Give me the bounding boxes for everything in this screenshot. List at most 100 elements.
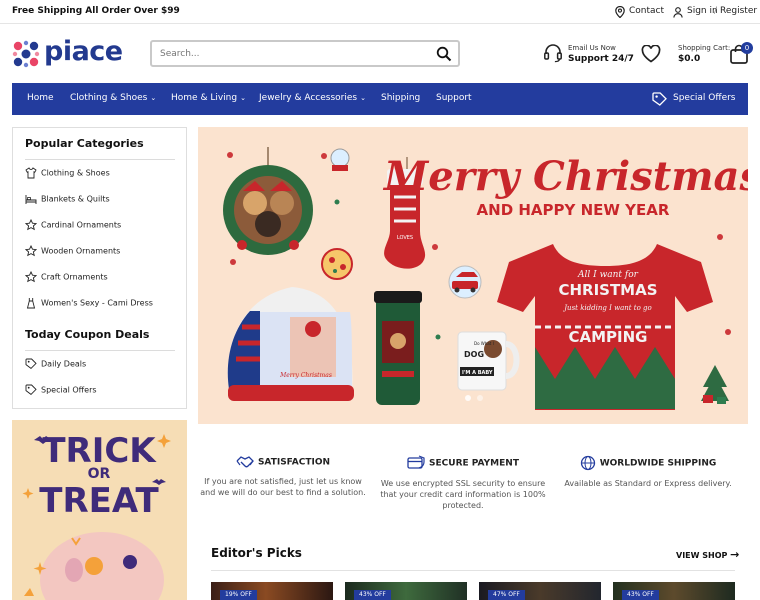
popular-categories-title: Popular Categories xyxy=(25,137,144,150)
auth-separator: / xyxy=(714,6,718,16)
nav-jewelry-accessories[interactable]: Jewelry & Accessories ⌄ xyxy=(259,93,366,103)
star-icon xyxy=(24,270,38,283)
mug-image: Do What I DOG I'M A BABY xyxy=(457,331,520,391)
nav-support[interactable]: Support xyxy=(436,93,472,103)
editors-picks-title: Editor's Picks xyxy=(211,546,302,560)
christmas-tree-icon xyxy=(701,365,729,404)
discount-badge: 43% OFF xyxy=(354,590,391,600)
heart-icon[interactable] xyxy=(641,45,661,63)
hero-subtitle: AND HAPPY NEW YEAR xyxy=(477,201,670,219)
pizza-ornament-icon xyxy=(321,248,353,280)
snow-globe-icon xyxy=(330,148,350,171)
mug-text-3: I'M A BABY xyxy=(462,370,493,376)
top-bar: Free Shipping All Order Over $99 Contact… xyxy=(0,0,760,24)
promo-line-3: TREAT xyxy=(39,481,159,521)
christmas-hat-image: Merry Christmas xyxy=(227,287,354,401)
category-clothing-shoes[interactable]: Clothing & Shoes xyxy=(25,167,110,181)
chevron-down-icon: ⌄ xyxy=(360,94,366,102)
nav-special-offers[interactable]: Special Offers xyxy=(673,93,736,103)
hero-title: Merry Christmas xyxy=(382,153,748,200)
candy-corn-icon xyxy=(24,588,34,596)
feature-satisfaction-desc: If you are not satisfied, just let us kn… xyxy=(200,477,366,497)
mug-text-1: Do What I xyxy=(474,341,494,346)
coupon-daily-deals[interactable]: Daily Deals xyxy=(25,358,86,372)
nav-shipping[interactable]: Shipping xyxy=(381,93,420,103)
handshake-icon xyxy=(236,456,254,468)
tag-icon xyxy=(652,92,667,106)
category-craft-ornaments[interactable]: Craft Ornaments xyxy=(24,270,108,285)
logo-icon[interactable] xyxy=(12,40,40,68)
cart-total: $0.0 xyxy=(678,54,701,64)
product-card[interactable]: 43% OFF xyxy=(613,582,735,600)
star-icon xyxy=(22,488,34,499)
category-wooden-ornaments[interactable]: Wooden Ornaments xyxy=(24,244,120,259)
globe-icon xyxy=(580,455,595,471)
cart-count-badge: 0 xyxy=(741,42,753,54)
dress-icon xyxy=(26,298,36,309)
nav-home-living[interactable]: Home & Living ⌄ xyxy=(171,93,246,103)
hero-illustration: LOVES Merry Christmas AND HAPPY NEW YEAR xyxy=(223,147,748,410)
coupon-special-offers[interactable]: Special Offers xyxy=(25,384,97,398)
product-card[interactable]: 43% OFF xyxy=(345,582,467,600)
divider xyxy=(211,570,735,571)
star-icon xyxy=(157,434,171,448)
feature-secure-payment: SECURE PAYMENT We use encrypted SSL secu… xyxy=(378,455,548,511)
shirt-text-3: Just kidding I want to go xyxy=(562,304,652,312)
support-label: Email Us Now xyxy=(568,44,616,52)
feature-secure-payment-desc: We use encrypted SSL security to ensure … xyxy=(380,479,546,510)
divider xyxy=(25,159,175,160)
mug-text-2: DOG xyxy=(464,350,484,359)
wreath-ornament-image xyxy=(223,147,313,255)
user-icon xyxy=(673,7,683,18)
support-hours[interactable]: Support 24/7 xyxy=(568,54,634,64)
contact-link[interactable]: Contact xyxy=(629,6,664,16)
free-shipping-notice: Free Shipping All Order Over $99 xyxy=(12,6,180,16)
search-bar xyxy=(150,40,460,67)
secure-card-icon xyxy=(407,455,425,469)
register-link[interactable]: Register xyxy=(720,6,757,16)
view-shop-link[interactable]: VIEW SHOP → xyxy=(676,548,739,561)
coupon-deals-title: Today Coupon Deals xyxy=(25,328,150,341)
tag-icon xyxy=(25,358,37,369)
chevron-down-icon: ⌄ xyxy=(150,94,157,102)
tumbler-image xyxy=(374,291,422,405)
nav-home[interactable]: Home xyxy=(27,93,54,103)
stocking-text: LOVES xyxy=(397,235,413,241)
tag-icon xyxy=(25,384,37,395)
logo-text[interactable]: piace xyxy=(44,36,123,67)
carousel-dot-active xyxy=(465,395,471,401)
location-pin-icon xyxy=(615,6,625,18)
category-cami-dress[interactable]: Women's Sexy - Cami Dress xyxy=(25,297,153,311)
main-nav: Home Clothing & Shoes ⌄ Home & Living ⌄ Je… xyxy=(12,83,748,115)
discount-badge: 43% OFF xyxy=(622,590,659,600)
car-ornament-icon xyxy=(448,265,482,299)
hat-text: Merry Christmas xyxy=(279,372,332,379)
feature-worldwide-shipping: WORLDWIDE SHIPPING Available as Standard… xyxy=(563,455,733,489)
arrow-right-icon: → xyxy=(730,548,740,561)
shirt-icon xyxy=(25,167,37,179)
feature-worldwide-shipping-desc: Available as Standard or Express deliver… xyxy=(564,479,732,488)
divider xyxy=(25,350,175,351)
search-icon[interactable] xyxy=(436,46,452,62)
promo-line-1: TRICK xyxy=(42,431,157,471)
hero-banner-christmas[interactable]: LOVES Merry Christmas AND HAPPY NEW YEAR xyxy=(198,127,748,424)
headset-icon xyxy=(544,44,562,63)
shirt-text-2: CHRISTMAS xyxy=(558,281,657,299)
category-cardinal-ornaments[interactable]: Cardinal Ornaments xyxy=(24,218,121,233)
chevron-down-icon: ⌄ xyxy=(240,94,246,102)
skull-icon xyxy=(40,532,164,600)
shirt-text-4: CAMPING xyxy=(569,328,648,346)
nav-clothing-shoes[interactable]: Clothing & Shoes ⌄ xyxy=(70,93,156,103)
cart-label: Shopping Cart: xyxy=(678,44,731,52)
promo-line-2: OR xyxy=(88,466,111,482)
category-blankets-quilts[interactable]: Blankets & Quilts xyxy=(25,193,110,207)
popular-categories-panel: Popular Categories Clothing & Shoes Blan… xyxy=(12,127,187,409)
product-card[interactable]: 47% OFF xyxy=(479,582,601,600)
bed-icon xyxy=(25,195,37,204)
search-input[interactable] xyxy=(160,46,430,62)
halloween-promo-banner[interactable]: TRICK OR TREAT xyxy=(12,420,187,600)
star-icon xyxy=(24,244,38,257)
star-icon xyxy=(24,218,38,231)
product-card[interactable]: 19% OFF xyxy=(211,582,333,600)
feature-satisfaction: SATISFACTION If you are not satisfied, j… xyxy=(198,455,368,498)
